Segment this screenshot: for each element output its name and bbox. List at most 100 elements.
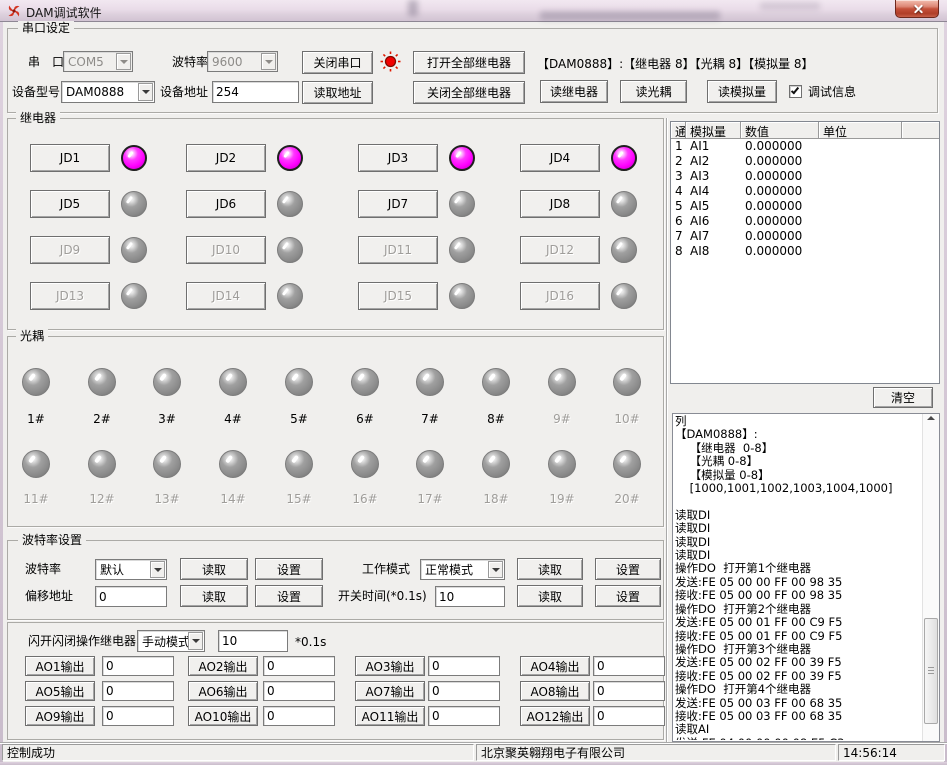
clear-log-button[interactable]: 清空 (873, 387, 933, 408)
read-opto-button[interactable]: 读光耦 (620, 80, 687, 103)
ao-button-12[interactable]: AO12输出 (520, 706, 590, 726)
table-cell: AI3 (686, 169, 741, 184)
device-model-combo[interactable]: DAM0888 (61, 81, 155, 103)
close-port-button[interactable]: 关闭串口 (302, 51, 373, 74)
offset-read-button[interactable]: 读取 (180, 585, 248, 607)
analog-col-header[interactable] (902, 122, 939, 139)
scrollbar-thumb[interactable] (924, 618, 938, 724)
relay-button-jd7[interactable]: JD7 (358, 190, 438, 218)
relay-button-jd8[interactable]: JD8 (520, 190, 600, 218)
ao-value-field-2[interactable] (263, 656, 335, 676)
ao-button-8[interactable]: AO8输出 (520, 681, 590, 701)
panel-splitter (666, 118, 667, 742)
offset-set-button[interactable]: 设置 (255, 585, 323, 607)
switch-time-field[interactable] (435, 586, 505, 607)
table-cell (819, 169, 902, 184)
relay-button-jd11[interactable]: JD11 (358, 236, 438, 264)
relay-button-jd12[interactable]: JD12 (520, 236, 600, 264)
relay-button-jd16[interactable]: JD16 (520, 282, 600, 310)
relay-button-jd3[interactable]: JD3 (358, 144, 438, 172)
work-mode-set-button[interactable]: 设置 (595, 558, 661, 580)
log-scrollbar[interactable] (922, 414, 939, 741)
switch-time-read-button[interactable]: 读取 (517, 585, 583, 607)
ao-value-field-11[interactable] (428, 706, 500, 726)
ao-button-9[interactable]: AO9输出 (25, 706, 95, 726)
ao-value-field-6[interactable] (263, 681, 335, 701)
titlebar-glass-blob (408, 0, 418, 16)
log-panel[interactable]: 列 【DAM0888】: 【继电器 0-8】 【光耦 0-8】 【模拟量 0-8… (672, 413, 940, 742)
chevron-down-icon[interactable] (138, 83, 153, 101)
relay-button-jd13[interactable]: JD13 (30, 282, 110, 310)
table-row[interactable]: 7AI70.000000 (671, 229, 939, 244)
window-border-left (0, 22, 3, 762)
offset-address-field[interactable] (95, 586, 167, 607)
relay-button-jd5[interactable]: JD5 (30, 190, 110, 218)
relay-button-jd14[interactable]: JD14 (186, 282, 266, 310)
flash-time-field[interactable] (218, 630, 288, 652)
baud-set-button[interactable]: 设置 (255, 558, 323, 580)
read-analog-button[interactable]: 读模拟量 (707, 80, 777, 103)
relay-button-jd4[interactable]: JD4 (520, 144, 600, 172)
ao-button-5[interactable]: AO5输出 (25, 681, 95, 701)
relay-light-jd7 (449, 191, 475, 217)
relay-button-jd15[interactable]: JD15 (358, 282, 438, 310)
relay-button-jd9[interactable]: JD9 (30, 236, 110, 264)
ao-button-6[interactable]: AO6输出 (188, 681, 258, 701)
table-row[interactable]: 2AI20.000000 (671, 154, 939, 169)
baudrate-combo[interactable]: 9600 (207, 51, 278, 72)
close-button[interactable] (895, 0, 939, 18)
read-address-button[interactable]: 读取地址 (302, 81, 373, 104)
relay-button-jd2[interactable]: JD2 (186, 144, 266, 172)
table-row[interactable]: 5AI50.000000 (671, 199, 939, 214)
light-gloss (28, 455, 36, 464)
ao-value-field-1[interactable] (102, 656, 174, 676)
debug-info-checkbox[interactable] (789, 85, 802, 98)
ao-value-field-8[interactable] (593, 681, 665, 701)
table-row[interactable]: 1AI10.000000 (671, 139, 939, 154)
chevron-down-icon[interactable] (261, 53, 276, 70)
ao-button-7[interactable]: AO7输出 (355, 681, 425, 701)
work-mode-combo[interactable]: 正常模式 (420, 559, 505, 580)
analog-col-header[interactable]: 模拟量 (686, 122, 741, 139)
relay-button-jd1[interactable]: JD1 (30, 144, 110, 172)
analog-col-header[interactable]: 单位 (819, 122, 902, 139)
ao-value-field-7[interactable] (428, 681, 500, 701)
analog-col-header[interactable]: 通 (671, 122, 686, 139)
ao-value-field-4[interactable] (593, 656, 665, 676)
ao-button-3[interactable]: AO3输出 (355, 656, 425, 676)
ao-button-10[interactable]: AO10输出 (188, 706, 258, 726)
serial-port-combo[interactable]: COM5 (63, 51, 133, 72)
read-relay-button[interactable]: 读继电器 (540, 80, 608, 103)
close-all-relays-button[interactable]: 关闭全部继电器 (413, 81, 525, 104)
ao-button-11[interactable]: AO11输出 (355, 706, 425, 726)
table-row[interactable]: 4AI40.000000 (671, 184, 939, 199)
table-row[interactable]: 6AI60.000000 (671, 214, 939, 229)
baud-default-combo[interactable]: 默认 (95, 559, 167, 580)
chevron-down-icon[interactable] (116, 53, 131, 70)
relay-button-jd6[interactable]: JD6 (186, 190, 266, 218)
ao-value-field-9[interactable] (102, 706, 174, 726)
chevron-down-icon[interactable] (150, 561, 165, 578)
table-row[interactable]: 3AI30.000000 (671, 169, 939, 184)
light-gloss (126, 196, 133, 204)
ao-value-field-3[interactable] (428, 656, 500, 676)
flash-mode-combo[interactable]: 手动模式 (137, 630, 205, 652)
switch-time-set-button[interactable]: 设置 (595, 585, 661, 607)
ao-button-2[interactable]: AO2输出 (188, 656, 258, 676)
ao-value-field-10[interactable] (263, 706, 335, 726)
table-row[interactable]: 8AI80.000000 (671, 244, 939, 259)
scroll-up-icon[interactable] (927, 416, 935, 420)
chevron-down-icon[interactable] (488, 561, 503, 578)
baud-read-button[interactable]: 读取 (180, 558, 248, 580)
ao-value-field-12[interactable] (593, 706, 665, 726)
ao-button-1[interactable]: AO1输出 (25, 656, 95, 676)
ao-button-4[interactable]: AO4输出 (520, 656, 590, 676)
relay-button-jd10[interactable]: JD10 (186, 236, 266, 264)
opto-light-19 (548, 450, 576, 478)
work-mode-read-button[interactable]: 读取 (517, 558, 583, 580)
device-address-field[interactable] (212, 81, 299, 103)
chevron-down-icon[interactable] (188, 632, 203, 650)
open-all-relays-button[interactable]: 打开全部继电器 (413, 51, 525, 74)
ao-value-field-5[interactable] (102, 681, 174, 701)
analog-col-header[interactable]: 数值 (741, 122, 819, 139)
